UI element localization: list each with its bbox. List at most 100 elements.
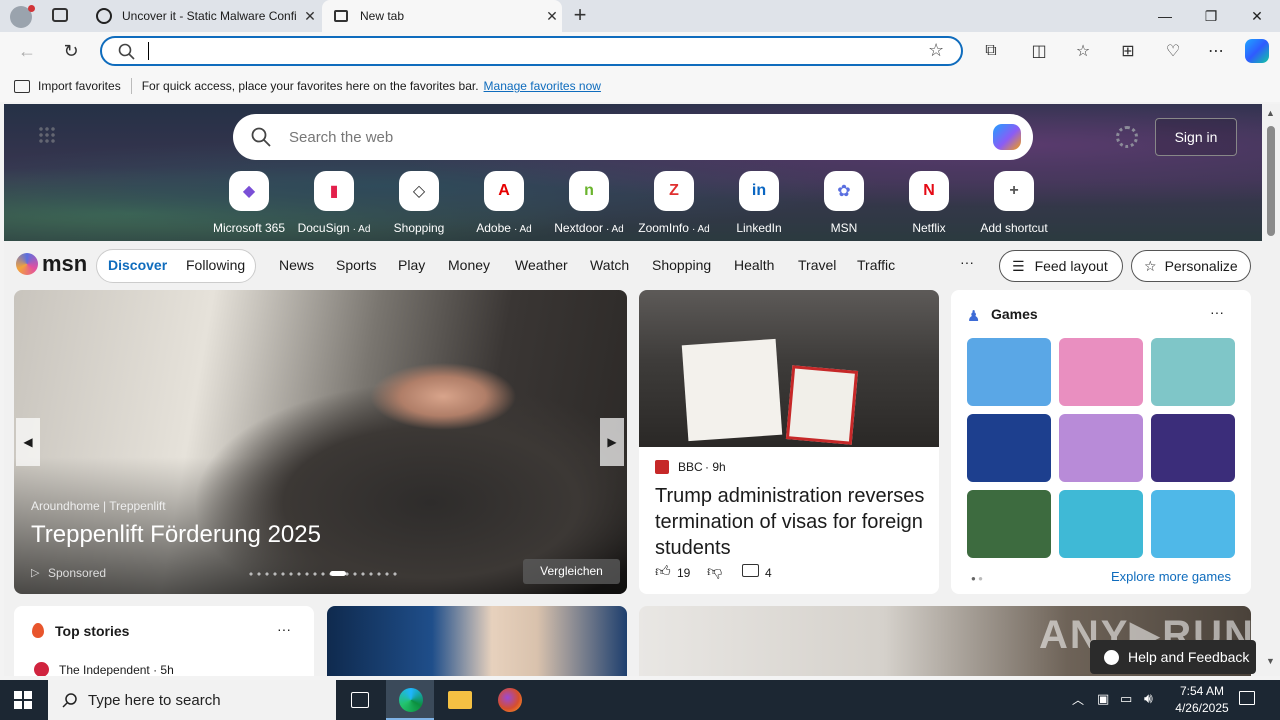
file-explorer-icon[interactable] — [448, 691, 472, 709]
tab-following[interactable]: Following — [186, 257, 245, 273]
minimize-button[interactable]: — — [1142, 0, 1188, 32]
more-categories-button[interactable]: ··· — [960, 254, 974, 270]
nav-shopping[interactable]: Shopping — [652, 257, 711, 273]
collections-icon[interactable]: ⊞ — [1115, 39, 1141, 63]
scroll-down-arrow[interactable]: ▼ — [1266, 656, 1275, 666]
import-favorites-button[interactable]: Import favorites — [38, 79, 121, 93]
shortcut-docusign[interactable]: ▮ DocuSign · Ad — [294, 171, 374, 235]
tray-chevron-icon[interactable]: ︿ — [1072, 691, 1084, 708]
top-stories-more-button[interactable]: ··· — [277, 621, 291, 637]
nav-money[interactable]: Money — [448, 257, 490, 273]
notifications-icon[interactable] — [1239, 691, 1255, 705]
story-card[interactable] — [327, 606, 627, 676]
search-placeholder[interactable]: Search the web — [289, 129, 393, 146]
address-bar[interactable]: ☆ — [100, 36, 963, 66]
sign-in-button[interactable]: Sign in — [1155, 118, 1237, 156]
carousel-dots[interactable] — [247, 572, 397, 576]
hero-title[interactable]: Treppenlift Förderung 2025 — [31, 521, 321, 549]
web-search-box[interactable]: Search the web — [233, 114, 1033, 160]
games-page-dots[interactable]: ● ● — [971, 574, 983, 583]
comment-icon[interactable] — [742, 564, 759, 577]
nav-health[interactable]: Health — [734, 257, 774, 273]
shortcut-shopping[interactable]: ◇ Shopping — [379, 171, 459, 235]
game-tile[interactable] — [1059, 338, 1143, 406]
tray-device-icon[interactable]: ▣ — [1097, 691, 1109, 707]
firefox-icon[interactable] — [498, 688, 522, 712]
nav-play[interactable]: Play — [398, 257, 425, 273]
like-icon[interactable]: 👍︎ — [655, 563, 671, 581]
game-tile[interactable] — [967, 490, 1051, 558]
tab-uncoverit[interactable]: Uncover it - Static Malware Confi ✕ — [84, 0, 320, 32]
clock-time[interactable]: 7:54 AM — [1172, 684, 1232, 698]
clock-date[interactable]: 4/26/2025 — [1166, 701, 1238, 715]
compare-button[interactable]: Vergleichen — [523, 559, 620, 584]
shortcut-zoominfo[interactable]: Z ZoomInfo · Ad — [634, 171, 714, 235]
explore-more-games-link[interactable]: Explore more games — [1111, 569, 1231, 584]
shortcut-adobe[interactable]: A Adobe · Ad — [464, 171, 544, 235]
start-button[interactable] — [14, 691, 32, 709]
game-tile[interactable] — [1151, 414, 1235, 482]
shortcut-add-shortcut[interactable]: + Add shortcut — [974, 171, 1054, 235]
nav-travel[interactable]: Travel — [798, 257, 836, 273]
tab-new-tab[interactable]: New tab ✕ — [322, 0, 562, 32]
shortcut-nextdoor[interactable]: n Nextdoor · Ad — [549, 171, 629, 235]
game-tile[interactable] — [1151, 490, 1235, 558]
edge-taskbar-icon[interactable] — [386, 680, 434, 720]
page-scrollbar[interactable]: ▲ ▼ — [1262, 104, 1280, 676]
volume-icon[interactable]: 🔊︎ — [1144, 690, 1153, 707]
game-tile[interactable] — [1151, 338, 1235, 406]
nav-watch[interactable]: Watch — [590, 257, 629, 273]
news-card[interactable]: BBC · 9h Trump administration reverses t… — [639, 290, 939, 594]
extensions-icon[interactable]: ⧉ — [978, 39, 1004, 63]
news-title[interactable]: Trump administration reverses terminatio… — [655, 483, 930, 561]
page-settings-gear-icon[interactable] — [1116, 126, 1138, 148]
reload-button[interactable]: ↻ — [58, 39, 84, 63]
games-more-button[interactable]: ··· — [1210, 304, 1224, 320]
game-tile[interactable] — [1059, 490, 1143, 558]
apps-grid-icon[interactable] — [38, 126, 56, 144]
game-tile[interactable] — [967, 338, 1051, 406]
protest-sign — [681, 338, 783, 442]
favorite-star-icon[interactable]: ☆ — [928, 40, 944, 61]
scroll-thumb[interactable] — [1267, 126, 1275, 236]
task-view-icon[interactable] — [351, 692, 369, 708]
game-tile[interactable] — [967, 414, 1051, 482]
taskbar-search-box[interactable]: Type here to search — [48, 680, 336, 720]
split-screen-icon[interactable]: ◫ — [1026, 39, 1052, 63]
tab-discover[interactable]: Discover — [108, 257, 167, 273]
close-tab-icon[interactable]: ✕ — [542, 8, 562, 25]
games-icon: ♟ — [967, 308, 981, 325]
nav-sports[interactable]: Sports — [336, 257, 376, 273]
settings-more-icon[interactable]: ⋯ — [1203, 39, 1229, 63]
carousel-next-button[interactable]: ▶ — [600, 418, 624, 466]
nav-weather[interactable]: Weather — [515, 257, 568, 273]
scroll-up-arrow[interactable]: ▲ — [1266, 108, 1275, 118]
maximize-button[interactable]: ❐ — [1188, 0, 1234, 32]
close-tab-icon[interactable]: ✕ — [300, 8, 320, 25]
browser-essentials-icon[interactable]: ♡ — [1160, 39, 1186, 63]
nav-news[interactable]: News — [279, 257, 314, 273]
address-input[interactable] — [148, 42, 548, 60]
help-feedback-button[interactable]: Help and Feedback — [1090, 640, 1256, 674]
shortcut-msn[interactable]: ✿ MSN — [804, 171, 884, 235]
close-window-button[interactable]: ✕ — [1234, 0, 1280, 32]
favorites-icon[interactable]: ☆ — [1070, 39, 1096, 63]
carousel-prev-button[interactable]: ◀ — [16, 418, 40, 466]
personalize-button[interactable]: ☆ Personalize — [1131, 250, 1251, 282]
copilot-search-icon[interactable] — [993, 124, 1021, 150]
tab-actions-icon[interactable] — [52, 8, 68, 22]
manage-favorites-link[interactable]: Manage favorites now — [484, 79, 601, 93]
sponsored-hero-card[interactable]: ◀ ▶ Aroundhome | Treppenlift Treppenlift… — [14, 290, 627, 594]
back-button[interactable]: ← — [14, 39, 40, 63]
shortcut-microsoft-365[interactable]: ◆ Microsoft 365 — [209, 171, 289, 235]
shortcut-netflix[interactable]: N Netflix — [889, 171, 969, 235]
network-icon[interactable]: ▭ — [1120, 691, 1132, 707]
nav-traffic[interactable]: Traffic — [857, 257, 895, 273]
new-tab-button[interactable]: + — [568, 3, 592, 27]
copilot-icon[interactable] — [1245, 39, 1269, 63]
game-tile[interactable] — [1059, 414, 1143, 482]
msn-logo[interactable]: msn — [16, 251, 87, 277]
feed-layout-button[interactable]: ☰ Feed layout — [999, 250, 1123, 282]
dislike-icon[interactable]: 👎︎ — [707, 563, 722, 581]
shortcut-linkedin[interactable]: in LinkedIn — [719, 171, 799, 235]
